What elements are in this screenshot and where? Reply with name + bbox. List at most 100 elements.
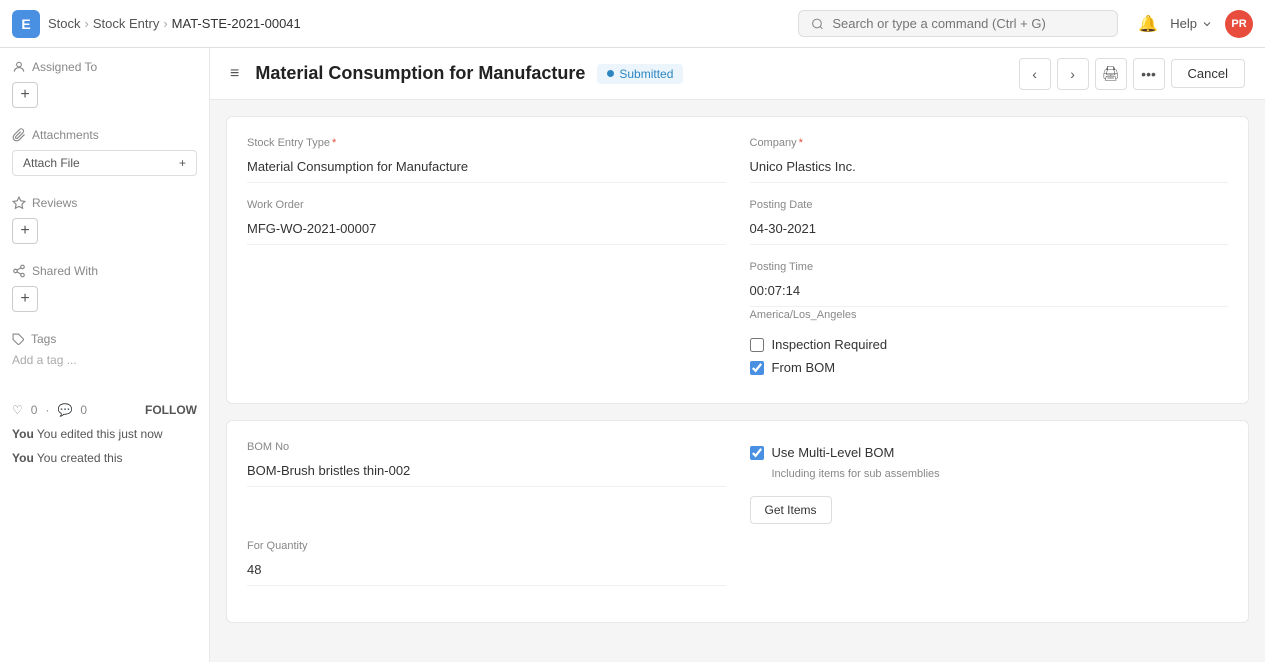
cancel-button[interactable]: Cancel [1171,59,1245,88]
for-quantity-value: 48 [247,556,726,586]
search-input[interactable] [832,16,1105,31]
shared-with-section: Shared With + [12,264,197,312]
posting-date-group: Posting Date 04-30-2021 [750,199,1229,245]
posting-time-label: Posting Time [750,261,1229,273]
tags-label: Tags [31,332,56,346]
reviews-section: Reviews + [12,196,197,244]
tags-title-row: Tags [12,332,197,346]
use-multi-level-bom-checkbox[interactable] [750,446,764,460]
work-order-label: Work Order [247,199,726,211]
multi-level-bom-group: Use Multi-Level BOM Including items for … [750,441,1229,524]
use-multi-level-bom-row: Use Multi-Level BOM [750,445,1229,460]
top-nav: E Stock › Stock Entry › MAT-STE-2021-000… [0,0,1265,48]
header-actions: ‹ › 🖨 ••• Cancel [1019,58,1245,90]
required-star: * [332,137,336,149]
form-row-1: Stock Entry Type * Material Consumption … [247,137,1228,183]
timezone-label: America/Los_Angeles [750,309,1229,321]
form-row-3: Posting Time 00:07:14 America/Los_Angele… [247,261,1228,321]
help-button[interactable]: Help [1170,16,1213,31]
attachments-section: Attachments Attach File + [12,128,197,176]
print-button[interactable]: 🖨 [1095,58,1127,90]
inspection-required-label: Inspection Required [772,337,888,352]
stock-entry-type-group: Stock Entry Type * Material Consumption … [247,137,726,183]
posting-time-group: Posting Time 00:07:14 America/Los_Angele… [750,261,1229,321]
empty-group [247,261,726,321]
activity-1: You You edited this just now [12,425,197,443]
status-label: Submitted [619,67,673,81]
next-button[interactable]: › [1057,58,1089,90]
prev-button[interactable]: ‹ [1019,58,1051,90]
form-row-bom: BOM No BOM-Brush bristles thin-002 Use M… [247,441,1228,524]
attach-file-label: Attach File [23,156,80,170]
chevron-down-icon [1201,18,1213,30]
bom-no-value: BOM-Brush bristles thin-002 [247,457,726,487]
tag-icon [12,333,25,346]
form-card-2: BOM No BOM-Brush bristles thin-002 Use M… [226,420,1249,623]
star-icon [12,196,26,210]
follow-button[interactable]: FOLLOW [145,403,197,417]
more-button[interactable]: ••• [1133,58,1165,90]
breadcrumb-stock[interactable]: Stock [48,16,81,31]
notification-bell-icon[interactable]: 🔔 [1138,14,1158,34]
from-bom-checkbox[interactable] [750,361,764,375]
content-area: ≡ Material Consumption for Manufacture S… [210,48,1265,662]
assigned-to-add-button[interactable]: + [12,82,38,108]
attach-file-button[interactable]: Attach File + [12,150,197,176]
share-icon [12,264,26,278]
status-badge: Submitted [597,64,683,84]
search-icon [811,17,824,31]
breadcrumb: Stock › Stock Entry › MAT-STE-2021-00041 [48,16,301,31]
form-card-1: Stock Entry Type * Material Consumption … [226,116,1249,404]
likes-count: 0 [31,403,38,417]
comment-icon: 💬 [57,403,72,417]
sidebar-toggle-icon[interactable]: ≡ [230,65,239,83]
empty-group-2 [750,540,1229,586]
company-value: Unico Plastics Inc. [750,153,1229,183]
stock-entry-type-value: Material Consumption for Manufacture [247,153,726,183]
shared-with-title: Shared With [12,264,197,278]
including-items-label: Including items for sub assemblies [772,468,1229,480]
for-quantity-label: For Quantity [247,540,726,552]
app-logo[interactable]: E [12,10,40,38]
breadcrumb-current: MAT-STE-2021-00041 [172,16,301,31]
breadcrumb-stock-entry[interactable]: Stock Entry [93,16,159,31]
work-order-value: MFG-WO-2021-00007 [247,215,726,245]
heart-icon: ♡ [12,403,23,417]
shared-with-add-button[interactable]: + [12,286,38,312]
get-items-button[interactable]: Get Items [750,496,832,524]
search-bar[interactable] [798,10,1118,37]
main-layout: ≡ Material Consumption for Manufacture S… [0,48,1265,662]
from-bom-row: From BOM [750,360,1229,375]
add-tag-button[interactable]: Add a tag ... [12,353,77,367]
assigned-to-section: Assigned To + [12,60,197,108]
dot-separator: · [45,403,49,417]
comments-count: 0 [80,403,87,417]
assigned-to-title: Assigned To [12,60,197,74]
page-title: Material Consumption for Manufacture [255,63,585,84]
company-group: Company * Unico Plastics Inc. [750,137,1229,183]
work-order-group: Work Order MFG-WO-2021-00007 [247,199,726,245]
use-multi-level-bom-label: Use Multi-Level BOM [772,445,895,460]
company-required-star: * [799,137,803,149]
checkboxes-area: Inspection Required From BOM [247,337,1228,375]
reviews-title: Reviews [12,196,197,210]
inspection-required-checkbox[interactable] [750,338,764,352]
status-dot [607,70,614,77]
activity-2: You You created this [12,449,197,467]
company-label: Company * [750,137,1229,149]
page-header: ≡ Material Consumption for Manufacture S… [210,48,1265,100]
sidebar: Assigned To + Attachments Attach File + … [0,48,210,662]
form-row-2: Work Order MFG-WO-2021-00007 Posting Dat… [247,199,1228,245]
bom-no-group: BOM No BOM-Brush bristles thin-002 [247,441,726,524]
reviews-add-button[interactable]: + [12,218,38,244]
tags-section: Tags Add a tag ... [12,332,197,367]
person-icon [12,60,26,74]
bom-no-label: BOM No [247,441,726,453]
avatar[interactable]: PR [1225,10,1253,38]
for-quantity-group: For Quantity 48 [247,540,726,586]
posting-date-value: 04-30-2021 [750,215,1229,245]
stock-entry-type-label: Stock Entry Type * [247,137,726,149]
likes-comments-row: ♡ 0 · 💬 0 FOLLOW [12,403,197,417]
attachments-title: Attachments [12,128,197,142]
nav-actions: 🔔 Help PR [1138,10,1253,38]
